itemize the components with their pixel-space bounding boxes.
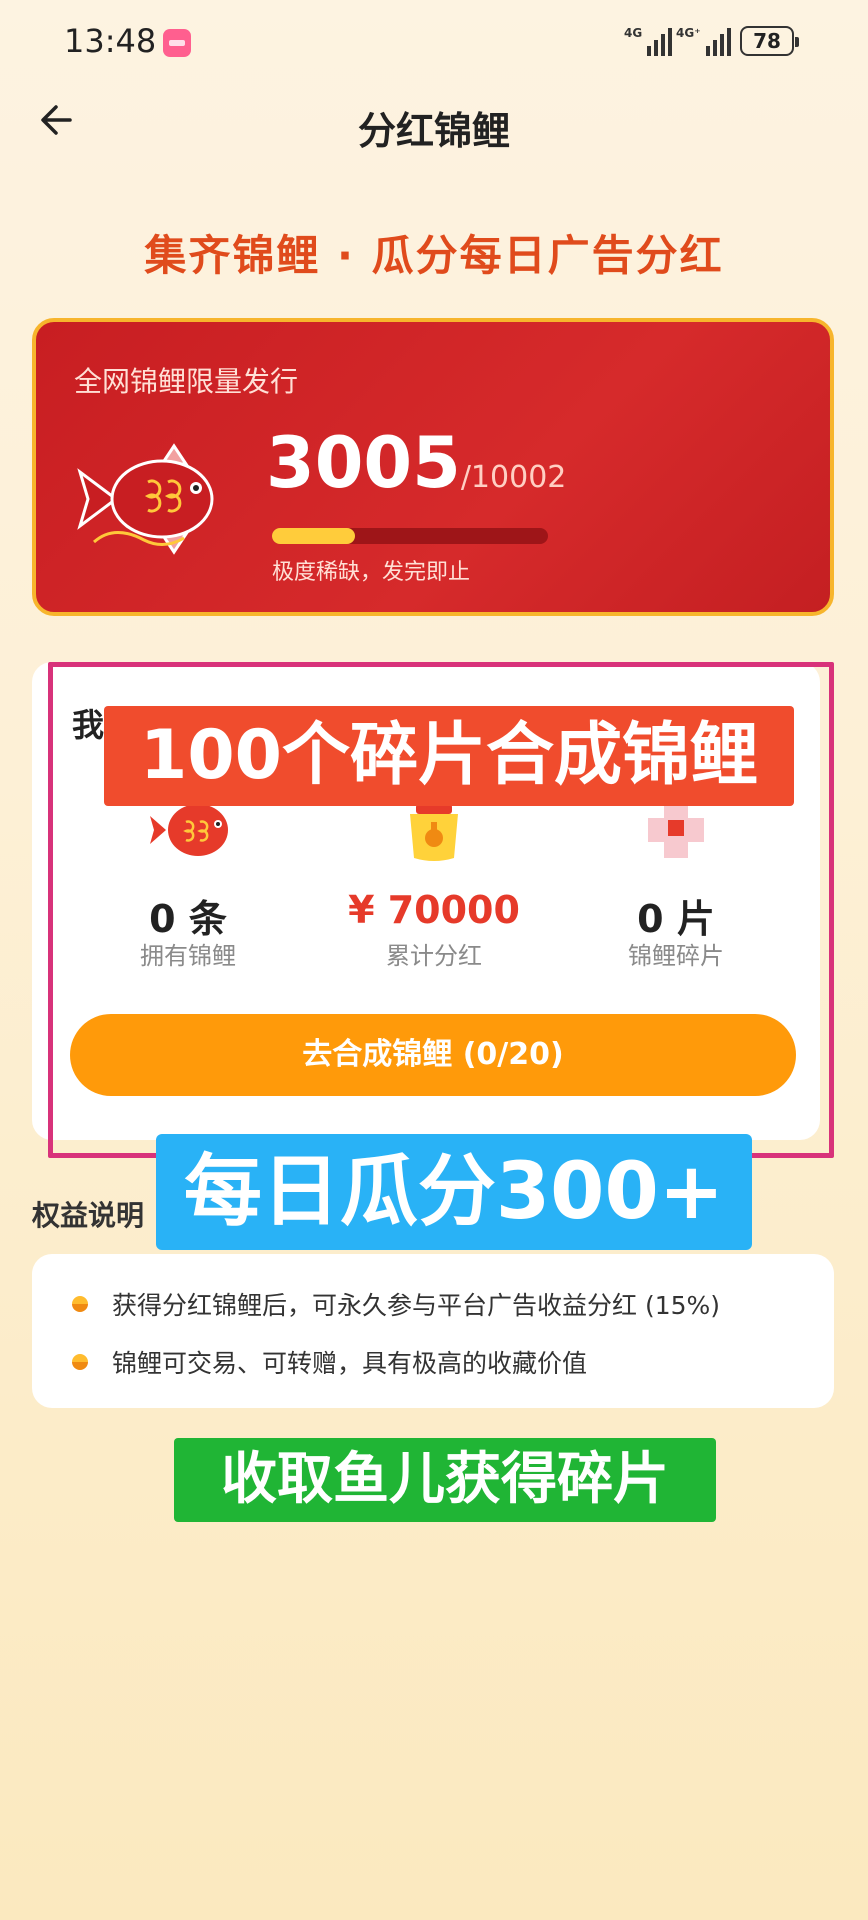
koi-fish-icon xyxy=(74,424,224,574)
benefits-card xyxy=(32,1254,834,1408)
promo-headline: 集齐锦鲤 · 瓜分每日广告分红 xyxy=(144,231,724,280)
signal-icon-2: 4G⁺ xyxy=(676,26,731,56)
battery-indicator: 78 xyxy=(740,26,799,56)
page-title: 分红锦鲤 xyxy=(357,109,510,153)
benefit-text: 获得分红锦鲤后，可永久参与平台广告收益分红 (15%) xyxy=(112,1291,721,1320)
benefit-item: 获得分红锦鲤后，可永久参与平台广告收益分红 (15%) xyxy=(72,1286,720,1322)
bullet-icon xyxy=(72,1296,88,1312)
benefits-title: 权益说明 xyxy=(32,1199,145,1232)
app-notification-icon xyxy=(163,29,191,57)
supply-progress-bar xyxy=(272,528,548,544)
overlay-banner-fragments: 100个碎片合成锦鲤 xyxy=(104,706,794,806)
signal-label-2: 4G⁺ xyxy=(676,26,701,40)
signal-label-1: 4G xyxy=(624,26,643,40)
benefit-item: 锦鲤可交易、可转赠，具有极高的收藏价值 xyxy=(72,1344,587,1380)
status-time: 13:48 xyxy=(64,22,157,60)
bullet-icon xyxy=(72,1354,88,1370)
issued-count: 3005/10002 xyxy=(266,422,566,504)
overlay-banner-daily: 每日瓜分300+ xyxy=(156,1134,752,1250)
total-supply: /10002 xyxy=(460,460,567,495)
issued-value: 3005 xyxy=(266,422,461,504)
benefit-text: 锦鲤可交易、可转赠，具有极高的收藏价值 xyxy=(112,1349,588,1378)
signal-icon: 4G xyxy=(624,26,673,56)
scarcity-note: 极度稀缺，发完即止 xyxy=(272,560,471,585)
supply-progress-fill xyxy=(272,528,355,544)
supply-label: 全网锦鲤限量发行 xyxy=(74,365,299,398)
supply-card: 全网锦鲤限量发行 3005/10002 极度稀缺，发完即止 xyxy=(32,318,834,616)
overlay-banner-collect: 收取鱼儿获得碎片 xyxy=(174,1438,716,1522)
